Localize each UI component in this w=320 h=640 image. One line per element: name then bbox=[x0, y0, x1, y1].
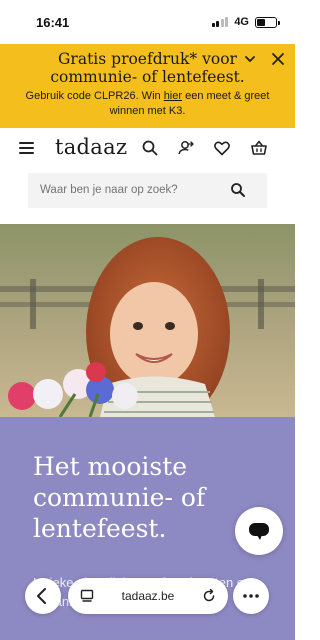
hamburger-menu-icon[interactable] bbox=[19, 142, 34, 154]
chat-button[interactable] bbox=[235, 507, 283, 555]
site-header: tadaaz bbox=[0, 128, 295, 168]
reload-icon[interactable] bbox=[201, 588, 217, 604]
search-icon[interactable] bbox=[141, 139, 159, 157]
battery-icon bbox=[255, 16, 280, 28]
status-indicators: 4G bbox=[211, 16, 280, 28]
back-button[interactable] bbox=[25, 578, 61, 614]
more-dots-icon bbox=[243, 594, 259, 598]
logo[interactable]: tadaaz bbox=[55, 135, 127, 159]
close-icon[interactable] bbox=[271, 52, 285, 66]
basket-icon[interactable] bbox=[250, 139, 268, 157]
status-bar: 16:41 4G bbox=[0, 0, 295, 44]
url-bar[interactable]: tadaaz.be bbox=[68, 578, 228, 614]
status-time: 16:41 bbox=[36, 14, 70, 30]
hero-title: Het mooiste communie- of lentefeest. bbox=[33, 452, 206, 543]
more-button[interactable] bbox=[233, 578, 269, 614]
promo-subtext: Gebruik code CLPR26. Win hier een meet &… bbox=[0, 89, 295, 119]
hero-image bbox=[0, 224, 295, 417]
chevron-down-icon[interactable] bbox=[244, 53, 256, 65]
hero-photo-illustration bbox=[0, 224, 295, 417]
signal-icon bbox=[211, 17, 229, 27]
promo-link[interactable]: hier bbox=[164, 90, 182, 102]
search-input[interactable] bbox=[40, 173, 230, 208]
promo-banner[interactable]: Gratis proefdruk* voor communie- of lent… bbox=[0, 44, 295, 128]
chevron-left-icon bbox=[37, 588, 46, 604]
account-icon[interactable] bbox=[177, 139, 195, 157]
network-type: 4G bbox=[234, 16, 249, 28]
search-bar bbox=[28, 173, 267, 208]
promo-subtext-before: Gebruik code CLPR26. Win bbox=[25, 90, 164, 102]
chat-bubble-icon bbox=[249, 523, 269, 540]
search-icon[interactable] bbox=[230, 182, 246, 198]
heart-icon[interactable] bbox=[213, 139, 231, 157]
